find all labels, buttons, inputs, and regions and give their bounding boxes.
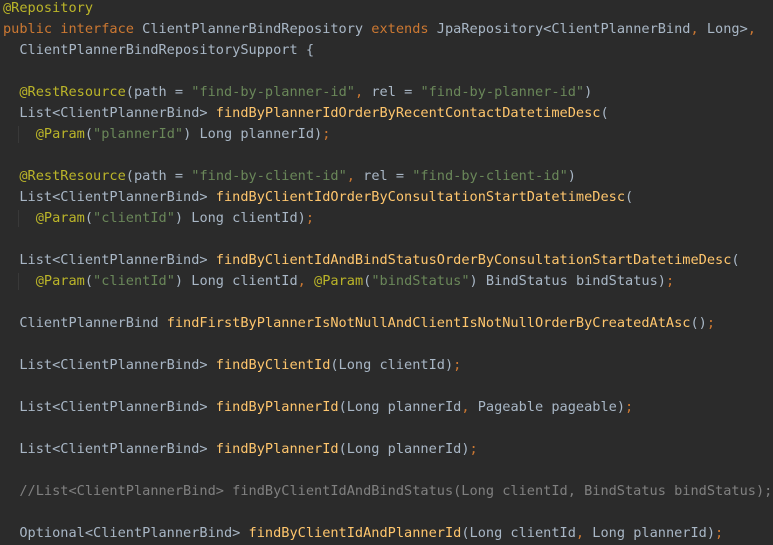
code-token: @Param (35, 210, 85, 226)
code-token: findByPlannerId (215, 399, 339, 415)
code-line[interactable]: List<ClientPlannerBind> findByClientId(L… (3, 355, 461, 376)
code-token: ; (706, 315, 716, 331)
code-line[interactable]: @RestResource(path = "find-by-planner-id… (3, 82, 592, 103)
code-token: findFirstByPlannerIsNotNullAndClientIsNo… (166, 315, 691, 331)
code-line[interactable]: @Param("plannerId") Long plannerId); (3, 124, 331, 145)
code-token: ( (600, 105, 609, 121)
code-token: ; (305, 210, 315, 226)
code-token: List<ClientPlannerBind> (3, 189, 216, 205)
code-token: List<ClientPlannerBind> (3, 105, 216, 121)
code-token: , (747, 21, 756, 37)
code-line[interactable]: public interface ClientPlannerBindReposi… (3, 19, 756, 40)
code-token: ClientPlannerBindRepositorySupport { (3, 42, 314, 58)
code-line[interactable]: ClientPlannerBind findFirstByPlannerIsNo… (3, 313, 715, 334)
code-token: ClientPlannerBind (3, 315, 167, 331)
code-token: ) Long plannerId) (183, 126, 323, 142)
code-line[interactable]: List<ClientPlannerBind> findByClientIdAn… (3, 250, 740, 271)
code-token: , (575, 525, 593, 541)
code-line[interactable]: @RestResource(path = "find-by-client-id"… (3, 166, 576, 187)
code-token: @RestResource (19, 84, 126, 100)
code-line[interactable]: Optional<ClientPlannerBind> findByClient… (3, 523, 723, 544)
code-token: , (346, 168, 364, 184)
code-token: "bindStatus" (371, 273, 470, 289)
code-token: "clientId" (93, 210, 175, 226)
code-token: ; (665, 273, 675, 289)
code-token: ( (625, 189, 634, 205)
code-token: JpaRepository<ClientPlannerBind (436, 21, 691, 37)
code-token: (Long plannerId) (338, 441, 470, 457)
code-token: ; (453, 357, 462, 373)
code-token: @Param (35, 273, 85, 289)
code-token: @Param (314, 273, 364, 289)
code-token: "plannerId" (93, 126, 184, 142)
code-token: , (297, 273, 315, 289)
code-token: "find-by-planner-id" (191, 84, 355, 100)
code-token: Optional<ClientPlannerBind> (3, 525, 249, 541)
code-token: ) BindStatus bindStatus) (469, 273, 666, 289)
code-token: @RestResource (19, 168, 126, 184)
code-token: List<ClientPlannerBind> (3, 399, 216, 415)
code-editor[interactable]: @Repository public interface ClientPlanne… (0, 0, 773, 545)
code-token: "find-by-planner-id" (420, 84, 585, 100)
code-line[interactable]: List<ClientPlannerBind> findByPlannerId(… (3, 439, 478, 460)
code-line[interactable]: @Param("clientId") Long clientId, @Param… (3, 271, 674, 292)
code-token: Pageable pageable) (477, 399, 626, 415)
code-token: //List<ClientPlannerBind> findByClientId… (3, 483, 773, 499)
code-token: Long> (706, 21, 748, 37)
code-line[interactable]: @Repository (3, 0, 93, 19)
code-token: rel = (371, 84, 421, 100)
code-token: public interface (3, 21, 143, 37)
code-token: (Long plannerId (338, 399, 462, 415)
code-token: (path = (125, 168, 192, 184)
code-token: (path = (125, 84, 192, 100)
code-line[interactable]: ClientPlannerBindRepositorySupport { (3, 40, 314, 61)
code-token: findByClientIdOrderByConsultationStartDa… (215, 189, 626, 205)
code-line[interactable]: @Param("clientId") Long clientId); (3, 208, 314, 229)
code-token: "find-by-client-id" (412, 168, 568, 184)
code-token: () (690, 315, 707, 331)
code-token: findByPlannerId (215, 441, 339, 457)
code-token: Long plannerId) (592, 525, 716, 541)
code-token: (Long clientId (461, 525, 576, 541)
code-token: "find-by-client-id" (191, 168, 347, 184)
code-token: ( (84, 126, 94, 142)
code-token: ; (715, 525, 724, 541)
code-token: extends (371, 21, 437, 37)
code-token: List<ClientPlannerBind> (3, 252, 216, 268)
code-token: ; (322, 126, 331, 142)
code-token: @Repository (3, 0, 94, 16)
code-token: rel = (363, 168, 413, 184)
code-token: List<ClientPlannerBind> (3, 441, 216, 457)
code-token: "clientId" (93, 273, 175, 289)
code-token: ) Long clientId) (174, 210, 306, 226)
code-token: ) (584, 84, 593, 100)
code-token: , (461, 399, 478, 415)
code-token: ( (84, 210, 94, 226)
code-token: ; (625, 399, 634, 415)
code-token: findByPlannerIdOrderByRecentContactDatet… (215, 105, 601, 121)
code-token: findByClientId (215, 357, 331, 373)
code-token: ( (731, 252, 740, 268)
code-line[interactable]: List<ClientPlannerBind> findByPlannerId(… (3, 397, 633, 418)
code-token: findByClientIdAndPlannerId (248, 525, 462, 541)
code-token: ( (84, 273, 94, 289)
code-token: ) Long clientId (174, 273, 298, 289)
code-token: List<ClientPlannerBind> (3, 357, 216, 373)
code-token: ClientPlannerBindRepository (142, 21, 372, 37)
code-token: , (690, 21, 707, 37)
code-token: ; (469, 441, 478, 457)
code-token: (Long clientId) (330, 357, 454, 373)
code-line[interactable]: List<ClientPlannerBind> findByClientIdOr… (3, 187, 633, 208)
code-token: , (354, 84, 372, 100)
code-token: ) (567, 168, 576, 184)
code-token: findByClientIdAndBindStatusOrderByConsul… (215, 252, 732, 268)
code-line[interactable]: //List<ClientPlannerBind> findByClientId… (3, 481, 772, 502)
code-line[interactable]: List<ClientPlannerBind> findByPlannerIdO… (3, 103, 609, 124)
code-token: @Param (35, 126, 85, 142)
